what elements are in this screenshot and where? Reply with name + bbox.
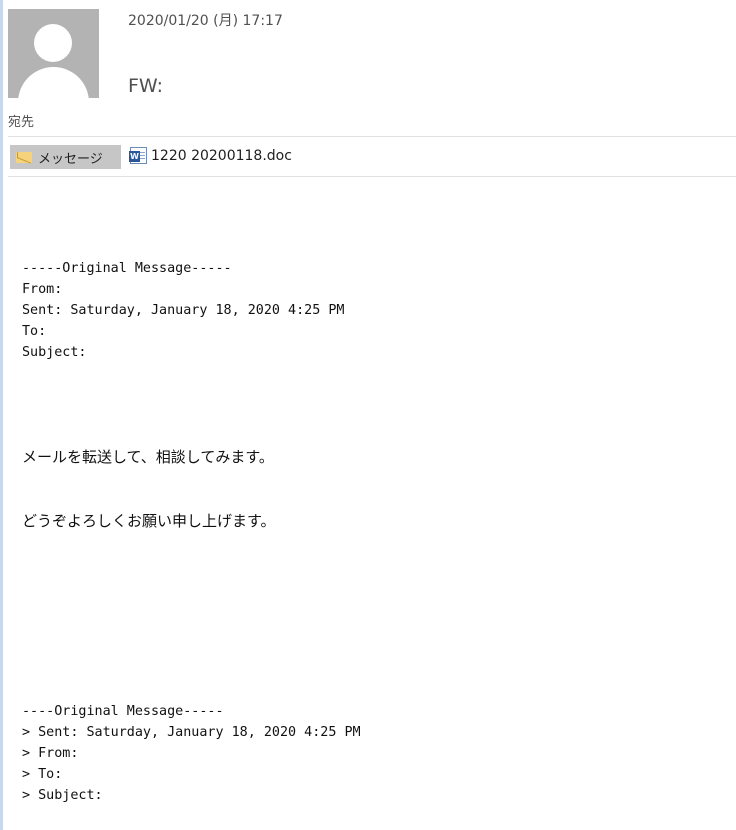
fwd1-from: From:	[22, 282, 63, 297]
fwd1-sent: Sent: Saturday, January 18, 2020 4:25 PM	[22, 303, 345, 318]
message-subject: FW:	[128, 75, 164, 97]
divider-bottom	[8, 176, 736, 177]
to-label[interactable]: 宛先	[8, 111, 34, 130]
word-document-icon: W	[129, 147, 147, 164]
sender-avatar	[8, 9, 99, 98]
attachment-item[interactable]: W 1220 20200118.doc	[129, 147, 292, 164]
left-border	[0, 0, 3, 830]
avatar-head	[34, 24, 72, 62]
body-line-2: どうぞよろしくお願い申し上げます。	[22, 512, 276, 530]
fwd2-from: > From:	[22, 746, 79, 761]
message-date: 2020/01/20 (月) 17:17	[128, 13, 283, 29]
tab-message-label: メッセージ	[38, 151, 103, 167]
tab-message[interactable]: メッセージ	[10, 145, 121, 169]
fwd2-subject: > Subject:	[22, 788, 103, 803]
fwd2-header: ----Original Message-----	[22, 704, 224, 719]
avatar-body	[18, 67, 89, 98]
fwd1-to: To:	[22, 324, 47, 339]
divider-top	[8, 136, 736, 137]
fwd2-sent: > Sent: Saturday, January 18, 2020 4:25 …	[22, 725, 361, 740]
envelope-icon	[16, 151, 32, 163]
attachment-name: 1220 20200118.doc	[151, 147, 292, 164]
fwd2-to: > To:	[22, 767, 63, 782]
message-body: -----Original Message----- From: Sent: S…	[22, 258, 722, 806]
fwd1-subject: Subject:	[22, 345, 87, 360]
fwd1-header: -----Original Message-----	[22, 261, 232, 276]
body-line-1: メールを転送して、相談してみます。	[22, 448, 274, 466]
